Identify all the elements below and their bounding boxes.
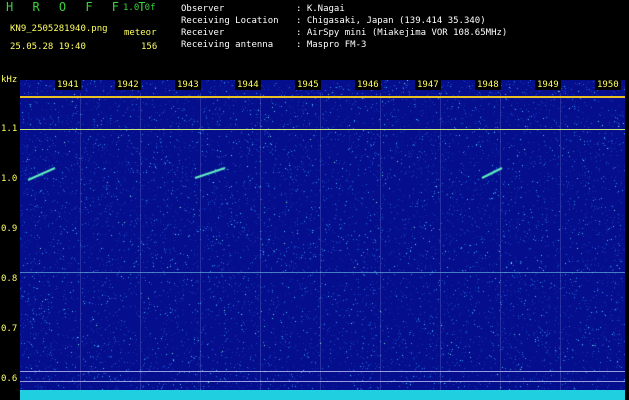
y-tick: 1.1 [1,124,18,134]
noise-band [20,390,625,400]
time-tick: 1945 [295,80,321,90]
spectrogram-noise [20,80,625,400]
y-tick: 0.8 [1,274,18,284]
y-tick: 0.9 [1,224,18,234]
minute-gridline [80,93,81,400]
time-tick: 1949 [535,80,561,90]
meteor-label: meteor [124,28,157,38]
time-tick: 1948 [475,80,501,90]
time-tick: 1941 [55,80,81,90]
carrier-line [20,381,625,382]
minute-gridline [320,93,321,400]
minute-gridline [560,93,561,400]
y-tick: 1.0 [1,174,18,184]
time-tick: 1944 [235,80,261,90]
carrier-line [20,129,625,130]
info-label-receiver: Receiver [181,28,225,38]
time-tick: 1947 [415,80,441,90]
minute-gridline [260,93,261,400]
axis-unit: kHz [1,75,18,85]
meteor-count: 156 [141,42,158,52]
y-tick: 0.6 [1,374,18,384]
minute-gridline [500,93,501,400]
time-tick: 1943 [175,80,201,90]
time-tick: 1950 [595,80,621,90]
info-value-receiver: : AirSpy mini (Miakejima VOR 108.65MHz) [296,28,508,38]
minute-gridline [440,93,441,400]
info-label-antenna: Receiving antenna [181,40,274,50]
file-name: KN9_2505281940.png [10,24,108,34]
y-tick: 0.7 [1,324,18,334]
carrier-line [20,96,625,98]
app-version: 1.0.0f [123,3,156,13]
spectrogram [20,80,625,400]
info-value-location: : Chigasaki, Japan (139.414 35.340) [296,16,486,26]
timestamp: 25.05.28 19:40 [10,42,86,52]
time-tick: 1946 [355,80,381,90]
info-label-observer: Observer [181,4,225,14]
minute-gridline [380,93,381,400]
carrier-line [20,371,625,372]
info-value-observer: : K.Nagai [296,4,345,14]
minute-gridline [200,93,201,400]
time-tick: 1942 [115,80,141,90]
minute-gridline [140,93,141,400]
carrier-line [20,272,625,273]
info-label-location: Receiving Location [181,16,279,26]
info-value-antenna: : Maspro FM-3 [296,40,367,50]
